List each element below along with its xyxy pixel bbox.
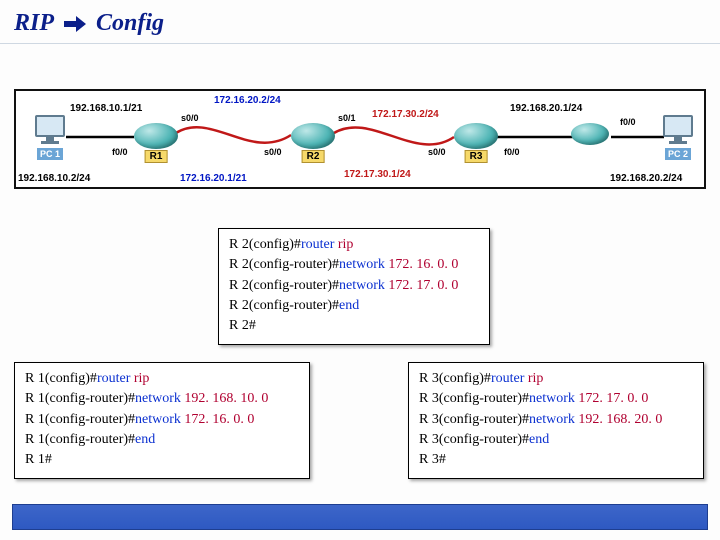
- r1-l3-arg: 172. 16. 0. 0: [184, 412, 254, 427]
- topology-panel: PC 1 R1 R2 R3 PC 2 f0/0 s0/0 s0/0 s0/1 s…: [14, 89, 706, 189]
- r3-l2-cmd: network: [529, 391, 575, 406]
- r2-l2-arg: 172. 16. 0. 0: [388, 257, 458, 272]
- r2-l2-cmd: network: [339, 257, 385, 272]
- ip-r2r3-bot: 172.17.30.1/24: [344, 169, 411, 180]
- port-r3-s00: s0/0: [428, 147, 446, 157]
- config-box-r2: R 2(config)#router rip R 2(config-router…: [218, 228, 490, 345]
- r1-l3-prompt: R 1(config-router)#: [25, 412, 135, 427]
- ip-r1r2-bot: 172.16.20.1/21: [180, 173, 247, 184]
- title-word-rip: RIP: [14, 10, 54, 37]
- r3-l4-prompt: R 3(config-router)#: [419, 432, 529, 447]
- router-r1-label: R1: [145, 150, 168, 163]
- port-r1-f00: f0/0: [112, 147, 128, 157]
- port-r1-s00: s0/0: [181, 113, 199, 123]
- pc1-icon: PC 1: [32, 115, 68, 162]
- r3-l5: R 3#: [419, 450, 693, 470]
- title-word-config: Config: [96, 10, 164, 37]
- ip-r2r3-top: 172.17.30.2/24: [372, 109, 439, 120]
- pc2-label: PC 2: [665, 148, 691, 160]
- r2-l5: R 2#: [229, 316, 479, 336]
- r3-l3-cmd: network: [529, 412, 575, 427]
- r3-l1-prompt: R 3(config)#: [419, 371, 491, 386]
- r1-l2-prompt: R 1(config-router)#: [25, 391, 135, 406]
- r1-l4-prompt: R 1(config-router)#: [25, 432, 135, 447]
- r1-l2-arg: 192. 168. 10. 0: [184, 391, 268, 406]
- r2-l4-prompt: R 2(config-router)#: [229, 298, 339, 313]
- ip-pc1-host: 192.168.10.2/24: [18, 173, 90, 184]
- r3-l3-prompt: R 3(config-router)#: [419, 412, 529, 427]
- r1-l4-cmd: end: [135, 432, 155, 447]
- r1-l5: R 1#: [25, 450, 299, 470]
- r2-l4-cmd: end: [339, 298, 359, 313]
- ip-pc1-lan: 192.168.10.1/21: [70, 103, 142, 114]
- r1-l2-cmd: network: [135, 391, 181, 406]
- port-pc2-f00: f0/0: [620, 117, 636, 127]
- port-r3-f00: f0/0: [504, 147, 520, 157]
- r3-l1-cmd: router: [491, 371, 524, 386]
- r3-l2-arg: 172. 17. 0. 0: [578, 391, 648, 406]
- router-r2-label: R2: [302, 150, 325, 163]
- router-r2-icon: R2: [291, 123, 335, 149]
- r3-l1-arg: rip: [528, 371, 544, 386]
- r3-l4-cmd: end: [529, 432, 549, 447]
- r2-l1-prompt: R 2(config)#: [229, 237, 301, 252]
- switch-icon: [571, 123, 609, 145]
- port-r2-s01: s0/1: [338, 113, 356, 123]
- r2-l1-arg: rip: [338, 237, 354, 252]
- r2-l1-cmd: router: [301, 237, 334, 252]
- slide-title: RIP Config: [0, 0, 720, 44]
- config-box-r1: R 1(config)#router rip R 1(config-router…: [14, 362, 310, 479]
- r1-l1-arg: rip: [134, 371, 150, 386]
- arrow-right-icon: [62, 12, 88, 36]
- ip-pc2-host: 192.168.20.2/24: [610, 173, 682, 184]
- footer-bar: [12, 504, 708, 530]
- r2-l2-prompt: R 2(config-router)#: [229, 257, 339, 272]
- pc1-label: PC 1: [37, 148, 63, 160]
- ip-r3-lan: 192.168.20.1/24: [510, 103, 582, 114]
- router-r3-icon: R3: [454, 123, 498, 149]
- port-r2-s00: s0/0: [264, 147, 282, 157]
- router-r1-icon: R1: [134, 123, 178, 149]
- r2-l3-arg: 172. 17. 0. 0: [388, 278, 458, 293]
- r1-l1-cmd: router: [97, 371, 130, 386]
- r3-l3-arg: 192. 168. 20. 0: [578, 412, 662, 427]
- r1-l3-cmd: network: [135, 412, 181, 427]
- r1-l1-prompt: R 1(config)#: [25, 371, 97, 386]
- r3-l2-prompt: R 3(config-router)#: [419, 391, 529, 406]
- r2-l3-prompt: R 2(config-router)#: [229, 278, 339, 293]
- router-r3-label: R3: [465, 150, 488, 163]
- config-box-r3: R 3(config)#router rip R 3(config-router…: [408, 362, 704, 479]
- pc2-icon: PC 2: [660, 115, 696, 162]
- ip-r1r2-top: 172.16.20.2/24: [214, 95, 281, 106]
- r2-l3-cmd: network: [339, 278, 385, 293]
